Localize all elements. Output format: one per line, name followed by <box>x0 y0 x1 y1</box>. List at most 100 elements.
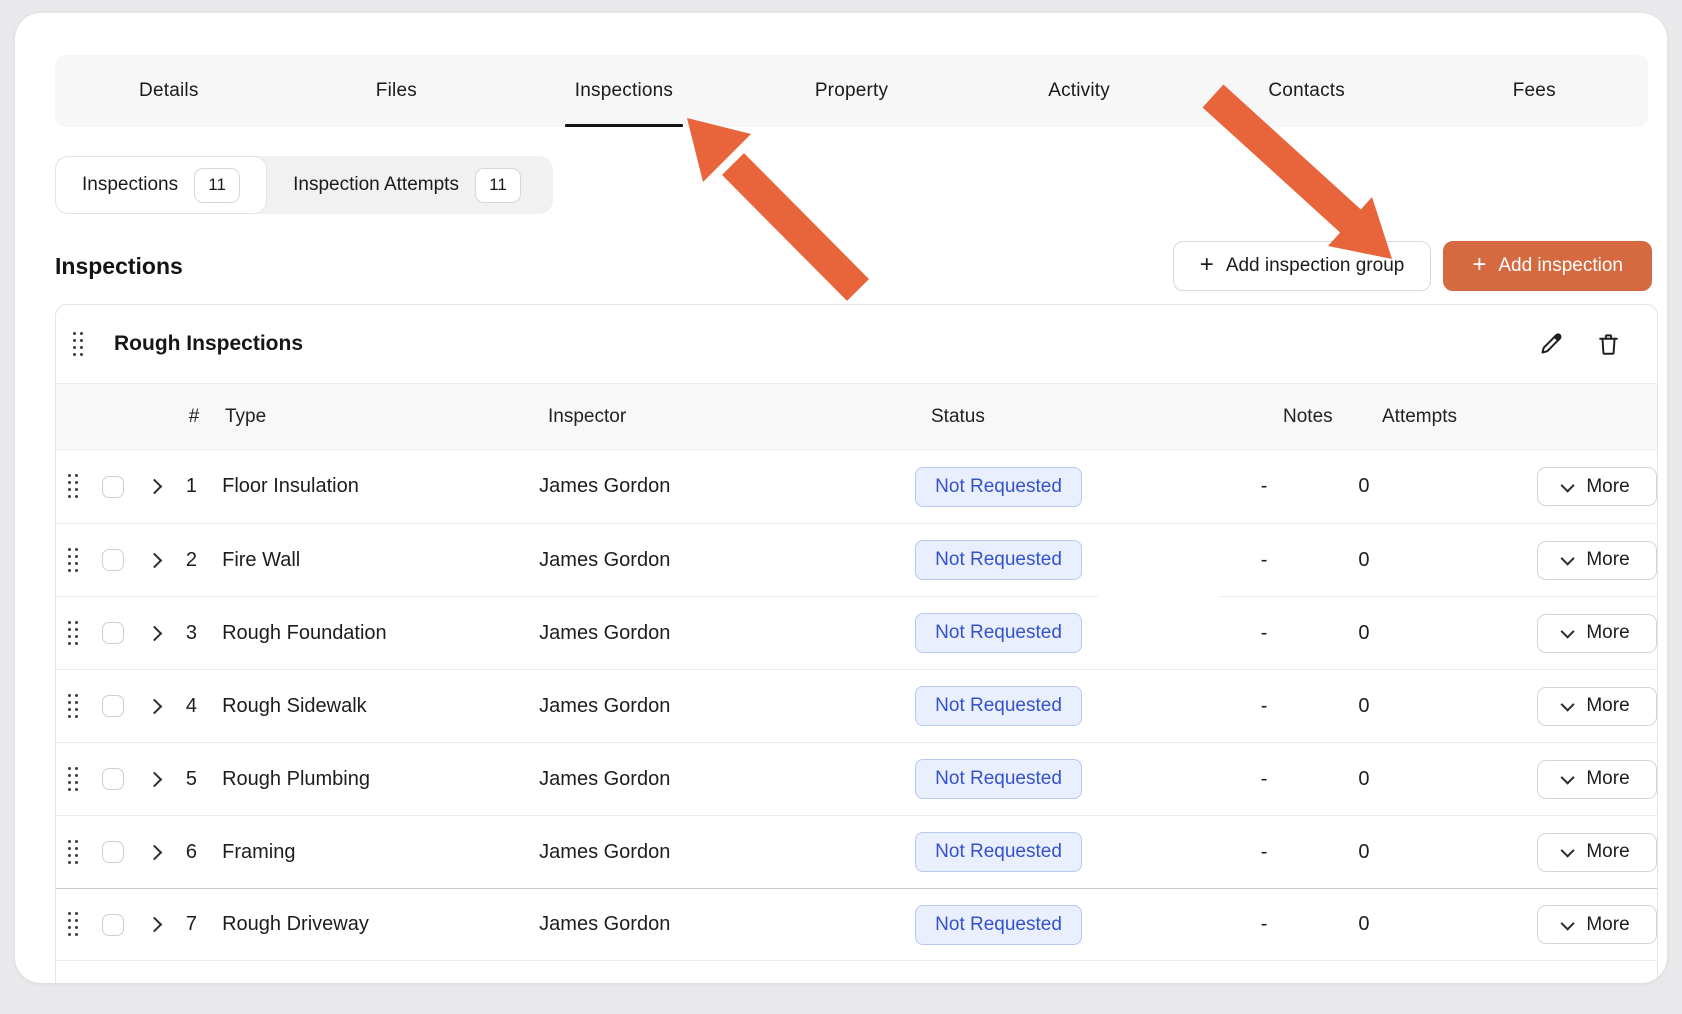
more-button[interactable]: More <box>1537 905 1657 944</box>
expand-chevron-icon[interactable] <box>146 917 162 933</box>
count-badge: 11 <box>475 168 521 203</box>
tab-label: Inspections <box>575 80 673 102</box>
drag-handle-icon[interactable] <box>68 767 79 792</box>
inspector-name: James Gordon <box>538 695 911 718</box>
table-row: 2 Fire Wall James Gordon Not Requested -… <box>56 523 1657 596</box>
plus-icon: + <box>1200 253 1214 277</box>
tab-label: Files <box>376 80 417 102</box>
expand-chevron-icon[interactable] <box>146 698 162 714</box>
row-checkbox[interactable] <box>102 622 124 644</box>
add-inspection-label: Add inspection <box>1498 255 1623 277</box>
attempts-value: 0 <box>1338 622 1481 645</box>
more-button[interactable]: More <box>1537 687 1657 726</box>
permit-detail-page: Details Files Inspections Property ActivityC… <box>15 13 1667 983</box>
column-header-notes: Notes <box>1277 406 1362 428</box>
table-row: 3 Rough Foundation James Gordon Not Requ… <box>56 596 1657 669</box>
expand-chevron-icon[interactable] <box>146 771 162 787</box>
expand-chevron-icon[interactable] <box>146 844 162 860</box>
column-header-type: Type <box>212 406 547 428</box>
row-number: 7 <box>174 913 209 936</box>
attempts-value: 0 <box>1338 841 1481 864</box>
more-button[interactable]: More <box>1537 541 1657 580</box>
drag-handle-icon[interactable] <box>68 840 79 865</box>
inspection-type: Framing <box>209 841 538 864</box>
drag-handle-icon[interactable] <box>68 548 79 573</box>
attempts-value: 0 <box>1338 695 1481 718</box>
more-button-label: More <box>1586 914 1629 936</box>
subtab-label: Inspection Attempts <box>293 174 459 196</box>
status-badge: Not Requested <box>915 467 1082 507</box>
status-badge: Not Requested <box>915 613 1082 653</box>
status-badge: Not Requested <box>915 686 1082 726</box>
row-checkbox[interactable] <box>102 549 124 571</box>
drag-handle-icon[interactable] <box>68 474 79 499</box>
table-row: 6 Framing James Gordon Not Requested - 0… <box>56 815 1657 888</box>
tab-fees[interactable]: Fees <box>1420 55 1648 127</box>
tab-activity[interactable]: Activity <box>965 55 1193 127</box>
chevron-down-icon <box>1561 552 1575 566</box>
tab-label: Property <box>815 80 888 102</box>
more-button[interactable]: More <box>1537 760 1657 799</box>
page-title: Inspections <box>55 253 183 280</box>
inspection-type: Rough Plumbing <box>209 768 538 791</box>
tab-files[interactable]: Files <box>283 55 511 127</box>
group-actions <box>1537 331 1621 357</box>
delete-trash-icon[interactable] <box>1595 331 1621 357</box>
attempts-value: 0 <box>1338 549 1481 572</box>
chevron-down-icon <box>1561 844 1575 858</box>
row-checkbox[interactable] <box>102 914 124 936</box>
add-inspection-group-button[interactable]: + Add inspection group <box>1173 241 1432 291</box>
drag-handle-icon[interactable] <box>73 332 84 357</box>
group-header: Rough Inspections <box>56 305 1657 383</box>
attempts-value: 0 <box>1338 913 1481 936</box>
status-badge: Not Requested <box>915 759 1082 799</box>
row-number: 5 <box>174 768 209 791</box>
inspector-name: James Gordon <box>538 841 911 864</box>
expand-chevron-icon[interactable] <box>146 625 162 641</box>
table-row: 4 Rough Sidewalk James Gordon Not Reques… <box>56 669 1657 742</box>
inspector-name: James Gordon <box>538 475 911 498</box>
more-button-label: More <box>1586 768 1629 790</box>
more-button[interactable]: More <box>1537 833 1657 872</box>
edit-pencil-icon[interactable] <box>1537 331 1563 357</box>
row-checkbox[interactable] <box>102 768 124 790</box>
more-button[interactable]: More <box>1537 467 1657 506</box>
tab-contacts[interactable]: Contacts <box>1193 55 1421 127</box>
section-header: Inspections + Add inspection group + Add… <box>55 240 1652 292</box>
more-button-label: More <box>1586 841 1629 863</box>
subtab-inspection-attempts[interactable]: Inspection Attempts 11 <box>267 156 547 214</box>
table-row: 5 Rough Plumbing James Gordon Not Reques… <box>56 742 1657 815</box>
row-number: 6 <box>174 841 209 864</box>
chevron-down-icon <box>1561 478 1575 492</box>
row-number: 3 <box>174 622 209 645</box>
drag-handle-icon[interactable] <box>68 912 79 937</box>
table-row: 7 Rough Driveway James Gordon Not Reques… <box>56 888 1657 961</box>
expand-chevron-icon[interactable] <box>146 479 162 495</box>
inspection-type: Rough Foundation <box>209 622 538 645</box>
tab-property[interactable]: Property <box>738 55 966 127</box>
inspection-type: Rough Driveway <box>209 913 538 936</box>
inspector-name: James Gordon <box>538 549 911 572</box>
notes-value: - <box>1255 475 1339 498</box>
drag-handle-icon[interactable] <box>68 694 79 719</box>
more-button[interactable]: More <box>1537 614 1657 653</box>
row-checkbox[interactable] <box>102 695 124 717</box>
tab-label: Details <box>139 80 198 102</box>
count-badge: 11 <box>194 168 240 203</box>
row-checkbox[interactable] <box>102 476 124 498</box>
subtab-inspections[interactable]: Inspections 11 <box>55 156 267 214</box>
row-checkbox[interactable] <box>102 841 124 863</box>
drag-handle-icon[interactable] <box>68 621 79 646</box>
section-actions: + Add inspection group + Add inspection <box>1173 241 1652 291</box>
expand-chevron-icon[interactable] <box>146 552 162 568</box>
tab-label: Fees <box>1513 80 1556 102</box>
tab-details[interactable]: Details <box>55 55 283 127</box>
row-number: 1 <box>174 475 209 498</box>
row-number: 4 <box>174 695 209 718</box>
tab-inspections[interactable]: Inspections <box>510 55 738 127</box>
subtab-label: Inspections <box>82 174 178 196</box>
add-inspection-button[interactable]: + Add inspection <box>1443 241 1652 291</box>
notes-value: - <box>1255 695 1339 718</box>
inspection-rows: 1 Floor Insulation James Gordon Not Requ… <box>56 450 1657 961</box>
group-title: Rough Inspections <box>114 332 303 356</box>
